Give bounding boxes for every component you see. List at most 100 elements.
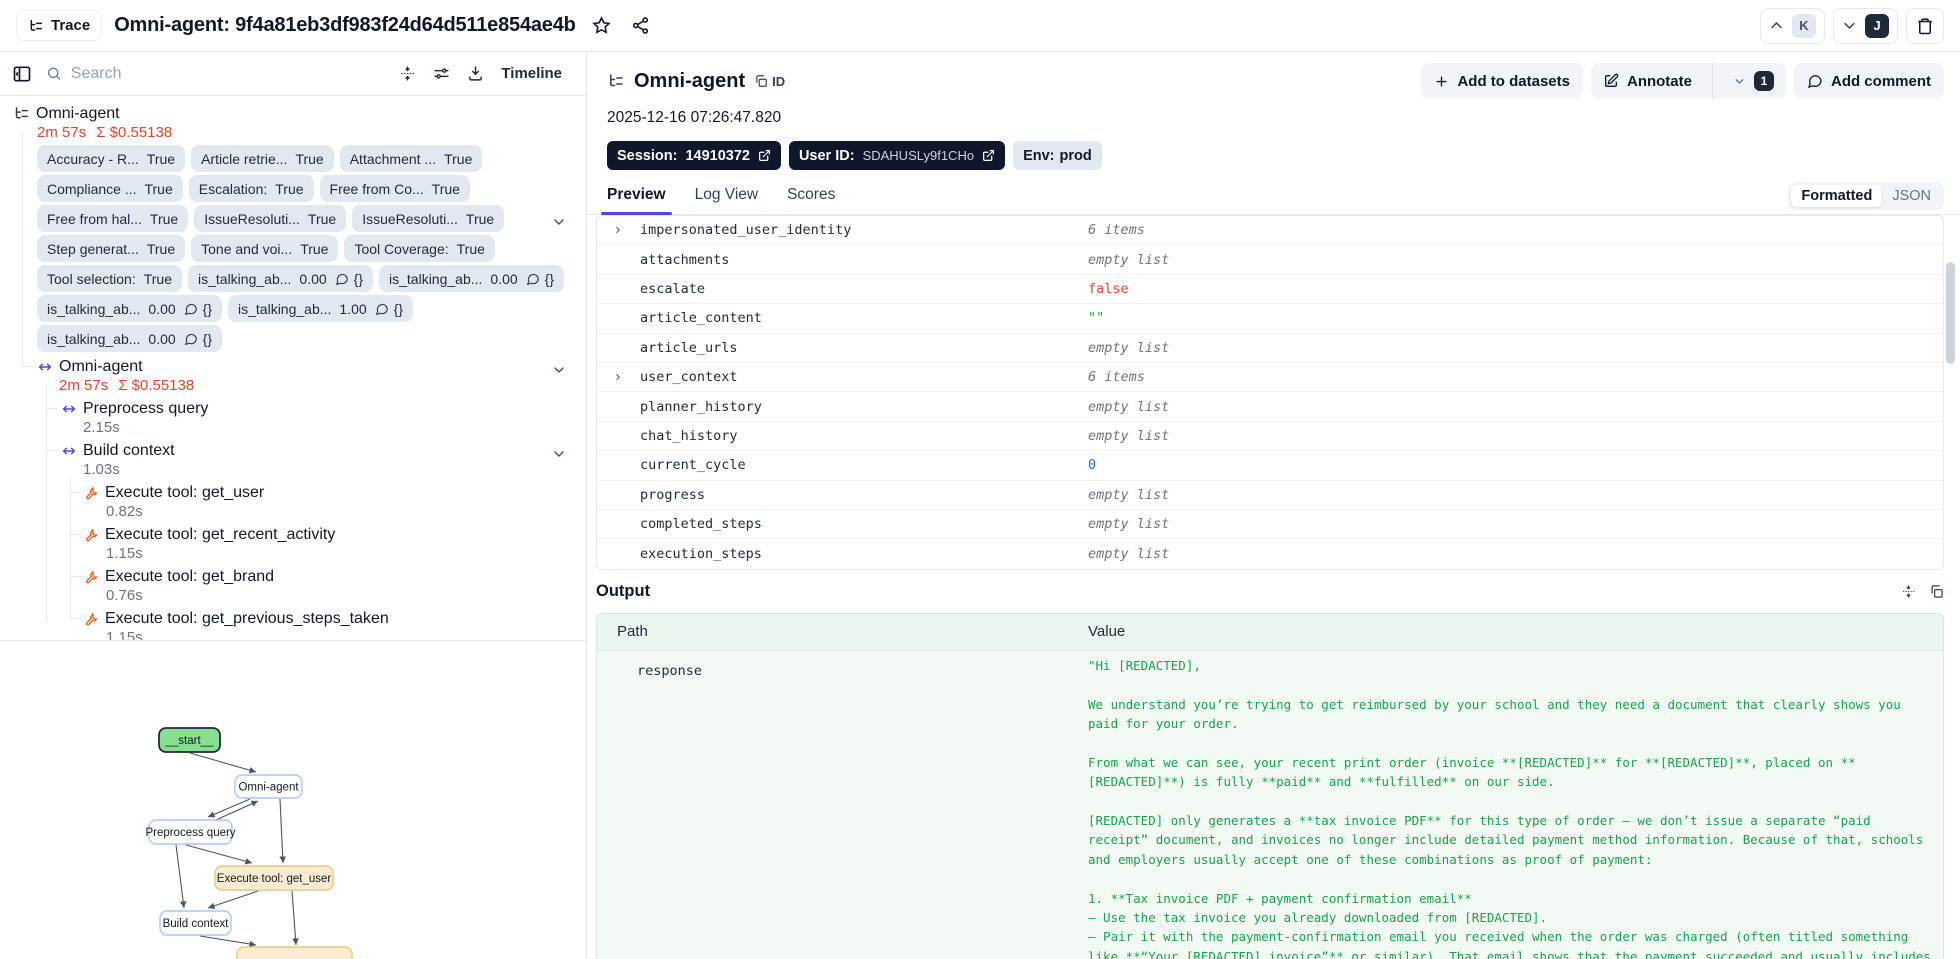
response-value: "Hi [REDACTED], We understand you’re try…	[1088, 657, 1931, 959]
preview-row[interactable]: user_context 6 items	[597, 363, 1943, 393]
span-icon	[38, 363, 52, 370]
copy-id-button[interactable]: ID	[754, 74, 785, 89]
preview-row[interactable]: current_cycle 0	[597, 451, 1943, 481]
collapse-panel-button[interactable]	[12, 64, 32, 84]
score-badge[interactable]: Step generat... True	[37, 235, 186, 262]
tree-connector	[70, 618, 81, 619]
preview-row[interactable]: impersonated_user_identity 6 items	[597, 216, 1943, 246]
score-badge[interactable]: Tool selection: True	[37, 265, 182, 292]
annotate-button[interactable]: Annotate	[1591, 63, 1704, 99]
tab-preview[interactable]: Preview	[601, 186, 672, 215]
score-badge[interactable]: Accuracy - R... True	[37, 145, 186, 172]
collapse-chevron[interactable]	[551, 446, 567, 462]
add-to-datasets-button[interactable]: Add to datasets	[1421, 63, 1583, 99]
score-name: Tone and voi...	[201, 240, 293, 257]
score-name: is_talking_ab...	[47, 300, 141, 317]
preview-row[interactable]: article_content ""	[597, 304, 1943, 334]
tab-log-view[interactable]: Log View	[695, 186, 758, 214]
share-button[interactable]	[627, 12, 654, 39]
graph-node-label: Execute tool: get_user	[217, 873, 332, 885]
score-comment: {}	[544, 270, 555, 287]
expand-chevron-icon[interactable]	[613, 224, 623, 236]
tree-item-label: Preprocess query	[83, 399, 209, 417]
trash-icon	[1918, 18, 1932, 34]
comment-bubble-icon	[335, 273, 348, 285]
tree-item-execute-tool-get-user[interactable]: Execute tool: get_user 0.82s	[0, 483, 586, 520]
preview-row[interactable]: progress empty list	[597, 481, 1943, 510]
copy-icon[interactable]	[1929, 584, 1944, 599]
score-badge[interactable]: is_talking_ab... 0.00 {}	[37, 295, 223, 322]
collapse-chevron[interactable]	[551, 214, 567, 230]
score-badge[interactable]: Free from hal... True	[37, 205, 189, 232]
score-badge[interactable]: is_talking_ab... 0.00 {}	[37, 325, 223, 352]
download-icon[interactable]	[467, 65, 484, 82]
score-value: True	[431, 180, 460, 197]
preview-key: completed_steps	[640, 516, 762, 533]
expand-vertical-icon[interactable]	[1901, 584, 1916, 599]
score-badge[interactable]: Attachment ... True	[339, 145, 483, 172]
score-badge[interactable]: is_talking_ab... 0.00 {}	[188, 265, 374, 292]
graph-node[interactable]	[236, 946, 353, 959]
collapse-all-icon[interactable]	[399, 65, 416, 82]
search-input[interactable]	[70, 64, 386, 83]
search-icon	[47, 67, 61, 80]
timeline-toggle[interactable]: Timeline	[501, 65, 562, 82]
preview-row[interactable]: execution_steps empty list	[597, 539, 1943, 568]
tree-item-root[interactable]: Omni-agent 2m 57s Σ $0.55138	[0, 104, 586, 141]
tree-item-execute-tool-get-recent-activity[interactable]: Execute tool: get_recent_activity 1.15s	[0, 525, 586, 562]
collapse-chevron[interactable]	[551, 362, 567, 378]
tree-item-execute-tool-get-brand[interactable]: Execute tool: get_brand 0.76s	[0, 567, 586, 604]
user-id-badge[interactable]: User ID: SDAHUSLy9f1CHo	[788, 141, 1006, 170]
preview-row[interactable]: escalate false	[597, 275, 1943, 305]
keyboard-key-k: K	[1792, 13, 1816, 38]
span-duration: 2.15s	[83, 418, 586, 436]
preview-row[interactable]: chat_history empty list	[597, 422, 1943, 452]
agent-graph[interactable]: __start__ Omni-agent Preprocess query Execu…	[0, 641, 586, 959]
score-badge[interactable]: IssueResoluti... True	[352, 205, 505, 232]
row-chevron[interactable]	[597, 371, 623, 383]
tab-scores[interactable]: Scores	[787, 186, 835, 214]
tree-item-preprocess-query[interactable]: Preprocess query 2.15s	[0, 399, 586, 436]
preview-key: impersonated_user_identity	[640, 222, 852, 239]
comment-icon	[1807, 75, 1822, 88]
session-badge[interactable]: Session: 14910372	[607, 141, 781, 170]
preview-row[interactable]: planner_history empty list	[597, 392, 1943, 422]
score-badge[interactable]: is_talking_ab... 1.00 {}	[228, 295, 414, 322]
score-badge[interactable]: is_talking_ab... 0.00 {}	[379, 265, 565, 292]
preview-key: progress	[640, 486, 706, 503]
score-name: Step generat...	[47, 240, 139, 257]
format-formatted[interactable]: Formatted	[1791, 185, 1883, 207]
add-comment-button[interactable]: Add comment	[1793, 63, 1944, 99]
format-toggle: Formatted JSON	[1788, 182, 1944, 210]
tree-item-build-context[interactable]: Build context 1.03s	[0, 441, 586, 478]
score-badge[interactable]: Free from Co... True	[319, 175, 470, 202]
annotate-dropdown[interactable]: 1	[1721, 63, 1786, 99]
star-button[interactable]	[588, 12, 615, 39]
prev-trace-button[interactable]: K	[1760, 7, 1825, 44]
settings-sliders-icon[interactable]	[433, 65, 450, 82]
next-trace-button[interactable]: J	[1833, 7, 1898, 44]
graph-node-label: Build context	[163, 918, 230, 930]
score-badge[interactable]: Escalation: True	[188, 175, 314, 202]
score-badge[interactable]: IssueResoluti... True	[194, 205, 347, 232]
score-badge[interactable]: Tone and voi... True	[191, 235, 339, 262]
row-chevron[interactable]	[597, 224, 623, 236]
preview-row[interactable]: attachments empty list	[597, 245, 1943, 275]
format-json[interactable]: JSON	[1882, 185, 1941, 207]
delete-trace-button[interactable]	[1906, 7, 1944, 44]
trace-type-chip[interactable]: Trace	[16, 10, 103, 41]
vertical-scrollbar[interactable]	[1946, 262, 1955, 364]
preview-row[interactable]: completed_steps empty list	[597, 510, 1943, 540]
tree-item-execute-tool-get-previous-steps-taken[interactable]: Execute tool: get_previous_steps_taken 1.…	[0, 609, 586, 640]
tree-item-label: Execute tool: get_brand	[105, 567, 275, 585]
score-badge[interactable]: Article retrie... True	[191, 145, 334, 172]
tree-item-omni-agent[interactable]: Omni-agent 2m 57s Σ $0.55138	[0, 357, 586, 394]
expand-chevron-icon[interactable]	[613, 371, 623, 383]
tab-bar: Preview Log View Scores Formatted JSON	[587, 182, 1960, 215]
score-badge[interactable]: Tool Coverage: True	[344, 235, 495, 262]
score-comment: {}	[202, 300, 213, 317]
preview-row[interactable]: article_urls empty list	[597, 334, 1943, 363]
agent-graph-panel: __start__ Omni-agent Preprocess query Execu…	[0, 640, 586, 959]
score-badge[interactable]: Compliance ... True	[37, 175, 183, 202]
span-duration: 1.15s	[106, 544, 586, 562]
